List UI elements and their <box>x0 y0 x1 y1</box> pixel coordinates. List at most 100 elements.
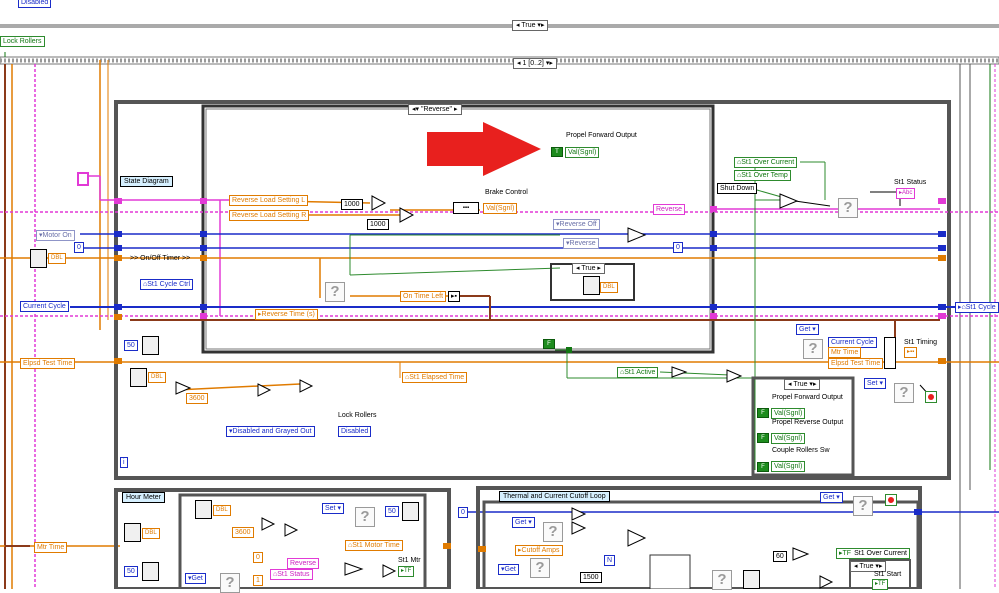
zero-constant[interactable]: 0 <box>74 242 84 253</box>
hm-tick-icon[interactable] <box>124 523 141 542</box>
st1-motor-time-ref[interactable]: ⌂St1 Motor Time <box>345 540 403 551</box>
reverse-time-ref[interactable]: ▸Reverse Time (s) <box>255 309 318 320</box>
thermal-subvi-icon-4[interactable]: ? <box>853 496 873 516</box>
hm-get-subvi-icon[interactable]: ? <box>220 573 240 593</box>
st1-over-current-ref[interactable]: ⌂St1 Over Current <box>734 157 798 168</box>
hm-set-enum[interactable]: Set ▾ <box>322 503 344 514</box>
constant-1500[interactable]: 1500 <box>580 572 602 583</box>
st1-timing-label: St1 Timing <box>904 339 938 346</box>
sequence-frame-selector[interactable]: ◂ 1 [0..2] ▾▸ <box>513 58 557 69</box>
false-constant-3[interactable]: F <box>757 462 769 472</box>
bundle-node-icon[interactable] <box>884 337 896 369</box>
tick-count-icon[interactable] <box>130 368 147 387</box>
thermal-timer-icon[interactable] <box>743 570 760 589</box>
disabled-grayed-enum[interactable]: ▾Disabled and Grayed Out <box>226 426 315 437</box>
hm-tick-icon-2[interactable] <box>195 500 212 519</box>
constant-1000-a[interactable]: 1000 <box>341 199 363 210</box>
hm-reverse-string[interactable]: Reverse <box>287 558 320 569</box>
st1-start-indicator[interactable]: ▸TF <box>872 579 889 590</box>
fgv-subvi-icon[interactable]: ? <box>803 339 823 359</box>
lock-rollers-property[interactable]: Disabled <box>338 426 372 437</box>
false-constant-1[interactable]: F <box>757 408 769 418</box>
lock-rollers-constant[interactable]: Lock Rollers <box>0 36 45 47</box>
right-case-selector-true[interactable]: ◂ True ▾▸ <box>784 379 821 390</box>
hm-wait-icon-b[interactable] <box>142 562 159 581</box>
propel-forward-val-sgnl[interactable]: Val(Sgnl) <box>565 147 600 158</box>
st1-timing-indicator[interactable]: ▸▪▪ <box>904 347 918 358</box>
st1-status-indicator[interactable]: ▸Abc <box>896 188 916 199</box>
constant-60[interactable]: 60 <box>773 551 787 562</box>
wait-icon[interactable] <box>142 336 159 355</box>
loop-iteration-icon: i <box>120 457 128 468</box>
inner-timer-icon[interactable] <box>583 276 600 295</box>
motor-on-enum[interactable]: ▾Motor On <box>36 230 75 241</box>
reverse-string-constant[interactable]: Reverse <box>653 204 686 215</box>
brake-control-val-sgnl[interactable]: Val(Sgnl) <box>483 203 518 214</box>
thermal-subvi-icon-2[interactable]: ? <box>530 558 550 578</box>
thermal-subvi-icon-1[interactable]: ? <box>543 522 563 542</box>
propel-reverse-val-sgnl[interactable]: Val(Sgnl) <box>771 433 806 444</box>
unknown-subvi-icon[interactable]: ? <box>325 282 345 302</box>
disabled-constant[interactable]: Disabled <box>18 0 52 8</box>
thermal-subvi-icon-3[interactable]: ? <box>712 570 732 590</box>
reverse-off-enum[interactable]: ▾Reverse Off <box>553 219 600 230</box>
thermal-get-enum-3[interactable]: Get ▾ <box>820 492 843 503</box>
st1-over-temp-ref[interactable]: ⌂St1 Over Temp <box>734 170 791 181</box>
status-subvi-icon[interactable]: ? <box>838 198 858 218</box>
boolean-false-constant[interactable]: F <box>543 339 555 349</box>
case-selector-reverse[interactable]: ◂▾ "Reverse" ▸ <box>408 104 462 115</box>
hm-zero-constant[interactable]: 0 <box>253 552 263 563</box>
bundle-mtr-time: Mtr Time <box>828 347 862 358</box>
reverse-load-setting-l[interactable]: Reverse Load Setting L <box>229 195 309 206</box>
error-indicator <box>925 391 937 403</box>
false-constant-2[interactable]: F <box>757 433 769 443</box>
st1-over-current-ref-2[interactable]: ▸TF St1 Over Current <box>836 548 910 559</box>
st1-active-ref[interactable]: ⌂St1 Active <box>617 367 659 378</box>
st1-over-current-text-2: St1 Over Current <box>854 550 907 557</box>
on-time-left-ref[interactable]: On Time Left <box>400 291 447 302</box>
thermal-zero-constant[interactable]: 0 <box>458 507 468 518</box>
thermal-get-enum-2[interactable]: ▾Get <box>498 564 519 575</box>
unbundle-icon[interactable]: ▸▪ <box>448 291 460 302</box>
st1-cycle-ref[interactable]: ▸⌂St1 Cycle <box>955 302 999 313</box>
thermal-case-true-label: True <box>859 563 874 570</box>
hm-wait-50[interactable]: 50 <box>385 506 399 517</box>
mtr-time-local[interactable]: Mtr Time <box>34 542 68 553</box>
thermal-get-enum-1[interactable]: Get ▾ <box>512 517 535 528</box>
constant-3600[interactable]: 3600 <box>186 393 208 404</box>
hm-get-enum[interactable]: ▾Get <box>185 573 206 584</box>
inner-case-selector-true[interactable]: ◂ True ▸ <box>572 263 605 274</box>
get-enum-1[interactable]: Get ▾ <box>796 324 819 335</box>
get-text-1: Get <box>799 326 811 333</box>
elpsd-test-time-local[interactable]: Elpsd Test Time <box>20 358 76 369</box>
hm-wait-50-b[interactable]: 50 <box>124 566 138 577</box>
hm-wait-icon[interactable] <box>402 502 419 521</box>
zero-constant-right[interactable]: 0 <box>673 242 683 253</box>
build-array-icon[interactable]: ▪▪▪ <box>453 202 479 214</box>
couple-rollers-val-sgnl[interactable]: Val(Sgnl) <box>771 461 806 472</box>
st1-mtr-indicator[interactable]: ▸TF <box>398 566 415 577</box>
cutoff-amps-ref[interactable]: ▸Cutoff Amps <box>515 545 563 556</box>
hm-one-constant[interactable]: 1 <box>253 575 263 586</box>
fgv-set-subvi-icon[interactable]: ? <box>894 383 914 403</box>
reverse-load-setting-r[interactable]: Reverse Load Setting R <box>229 210 310 221</box>
reverse-time-text: Reverse Time (s) <box>261 311 315 318</box>
reverse-enum[interactable]: ▾Reverse <box>563 238 599 249</box>
hm-st1-status-ref[interactable]: ⌂St1 Status <box>270 569 313 580</box>
boolean-true-constant[interactable]: T <box>551 147 563 157</box>
wait-ms-constant[interactable]: 50 <box>124 340 138 351</box>
thermal-get-text-1: Get <box>515 519 527 526</box>
set-enum[interactable]: Set ▾ <box>864 378 886 389</box>
shut-down-indicator[interactable]: Shut Down <box>717 183 758 194</box>
st1-cycle-ctrl-ref[interactable]: ⌂St1 Cycle Ctrl <box>140 279 194 290</box>
hm-dbl-2: DBL <box>213 505 231 516</box>
pink-control-terminal[interactable] <box>77 172 89 186</box>
st1-elapsed-time-ref[interactable]: ⌂St1 Elapsed Time <box>402 372 468 383</box>
timer-vi-icon[interactable] <box>30 249 47 268</box>
current-cycle-local[interactable]: Current Cycle <box>20 301 69 312</box>
constant-1000-b[interactable]: 1000 <box>367 219 389 230</box>
st1-elapsed-time-text: St1 Elapsed Time <box>409 374 465 381</box>
hm-constant-3600[interactable]: 3600 <box>232 527 254 538</box>
hm-fgv-subvi-icon[interactable]: ? <box>355 507 375 527</box>
case-selector-true[interactable]: ◂ True ▾▸ <box>512 20 549 31</box>
